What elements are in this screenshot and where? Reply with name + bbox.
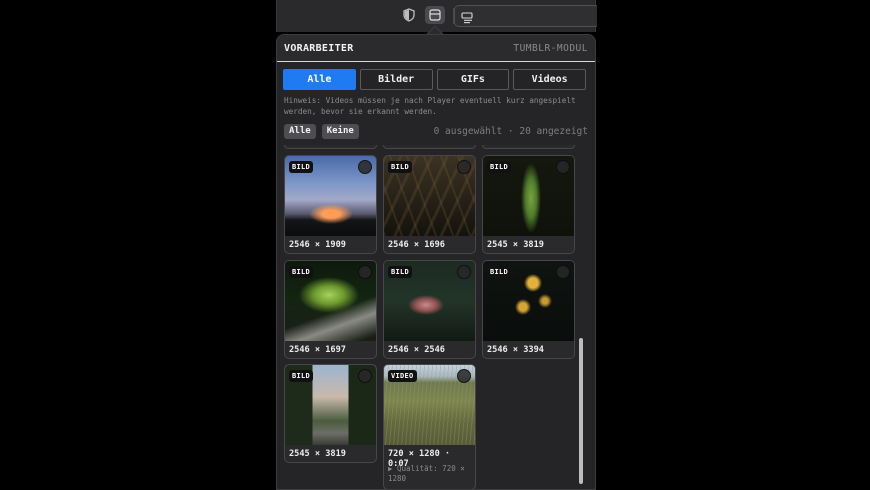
tab-all[interactable]: Alle [283, 69, 356, 90]
media-card[interactable]: BILD 2546 × 1696 [383, 155, 476, 254]
media-thumbnail: BILD [483, 261, 574, 341]
video-quality[interactable]: ▶ Qualität: 720 × 1280 [384, 462, 475, 484]
media-dimensions: 2546 × 1697 [289, 345, 346, 355]
media-dimensions: 2546 × 1696 [388, 240, 445, 250]
select-checkbox[interactable] [457, 160, 471, 174]
select-checkbox[interactable] [556, 265, 570, 279]
tab-gifs[interactable]: GIFs [436, 69, 510, 90]
media-thumbnail: BILD [483, 156, 574, 236]
select-checkbox[interactable] [556, 160, 570, 174]
type-badge: VIDEO [388, 370, 417, 382]
popup-header: VORARBEITER TUMBLR-MODUL [277, 35, 595, 62]
selection-count: 0 ausgewählt · 20 angezeigt [433, 125, 588, 137]
media-thumbnail: BILD [285, 365, 376, 445]
type-badge: BILD [388, 161, 413, 173]
media-card[interactable]: BILD 2546 × 3394 [482, 260, 575, 359]
type-badge: BILD [289, 161, 314, 173]
select-all-button[interactable]: Alle [284, 123, 316, 139]
media-dimensions: 720 × 1280 · 0:07 [388, 449, 451, 469]
card-stub [482, 145, 575, 149]
scrollbar-thumb[interactable] [579, 338, 583, 484]
type-badge: BILD [289, 266, 314, 278]
type-badge: BILD [289, 370, 314, 382]
tab-images[interactable]: Bilder [359, 69, 433, 90]
selection-row: Alle Keine 0 ausgewählt · 20 angezeigt [277, 117, 595, 139]
type-badge: BILD [487, 161, 512, 173]
select-checkbox[interactable] [358, 265, 372, 279]
media-card[interactable]: BILD 2545 × 3819 [482, 155, 575, 254]
select-checkbox[interactable] [358, 369, 372, 383]
media-dimensions: 2546 × 3394 [487, 345, 544, 355]
media-card[interactable]: BILD 2545 × 3819 [284, 364, 377, 463]
shield-icon[interactable] [399, 6, 419, 24]
media-thumbnail: BILD [285, 156, 376, 236]
reader-icon [461, 9, 473, 28]
media-dimensions: 2545 × 3819 [487, 240, 544, 250]
media-dimensions: 2546 × 2546 [388, 345, 445, 355]
filter-tabs: Alle Bilder GIFs Videos [277, 62, 595, 90]
type-badge: BILD [388, 266, 413, 278]
media-thumbnail: BILD [285, 261, 376, 341]
extension-popup: VORARBEITER TUMBLR-MODUL Alle Bilder GIF… [276, 34, 596, 490]
select-checkbox[interactable] [358, 160, 372, 174]
select-none-button[interactable]: Keine [321, 123, 359, 139]
media-card[interactable]: BILD 2546 × 2546 [383, 260, 476, 359]
media-thumbnail: BILD [384, 156, 475, 236]
card-stub [383, 145, 476, 149]
media-card[interactable]: VIDEO 720 × 1280 · 0:07 ▶ Qualität: 720 … [383, 364, 476, 489]
hint-text: Hinweis: Videos müssen je nach Player ev… [284, 96, 576, 116]
select-checkbox[interactable] [457, 265, 471, 279]
reader-button[interactable] [454, 5, 597, 27]
panel-icon[interactable] [425, 6, 445, 24]
select-checkbox[interactable] [457, 369, 471, 383]
popup-title: VORARBEITER [284, 42, 354, 54]
module-label: TUMBLR-MODUL [513, 42, 588, 54]
media-card[interactable]: BILD 2546 × 1697 [284, 260, 377, 359]
media-thumbnail: VIDEO [384, 365, 475, 445]
tab-videos[interactable]: Videos [513, 69, 586, 90]
media-dimensions: 2546 × 1909 [289, 240, 346, 250]
media-card[interactable]: BILD 2546 × 1909 [284, 155, 377, 254]
card-stub [284, 145, 377, 149]
media-grid: BILD 2546 × 1909 BILD 2546 × 1696 BILD 2… [277, 145, 595, 489]
media-thumbnail: BILD [384, 261, 475, 341]
type-badge: BILD [487, 266, 512, 278]
media-dimensions: 2545 × 3819 [289, 449, 346, 459]
scrollbar[interactable] [577, 148, 584, 488]
